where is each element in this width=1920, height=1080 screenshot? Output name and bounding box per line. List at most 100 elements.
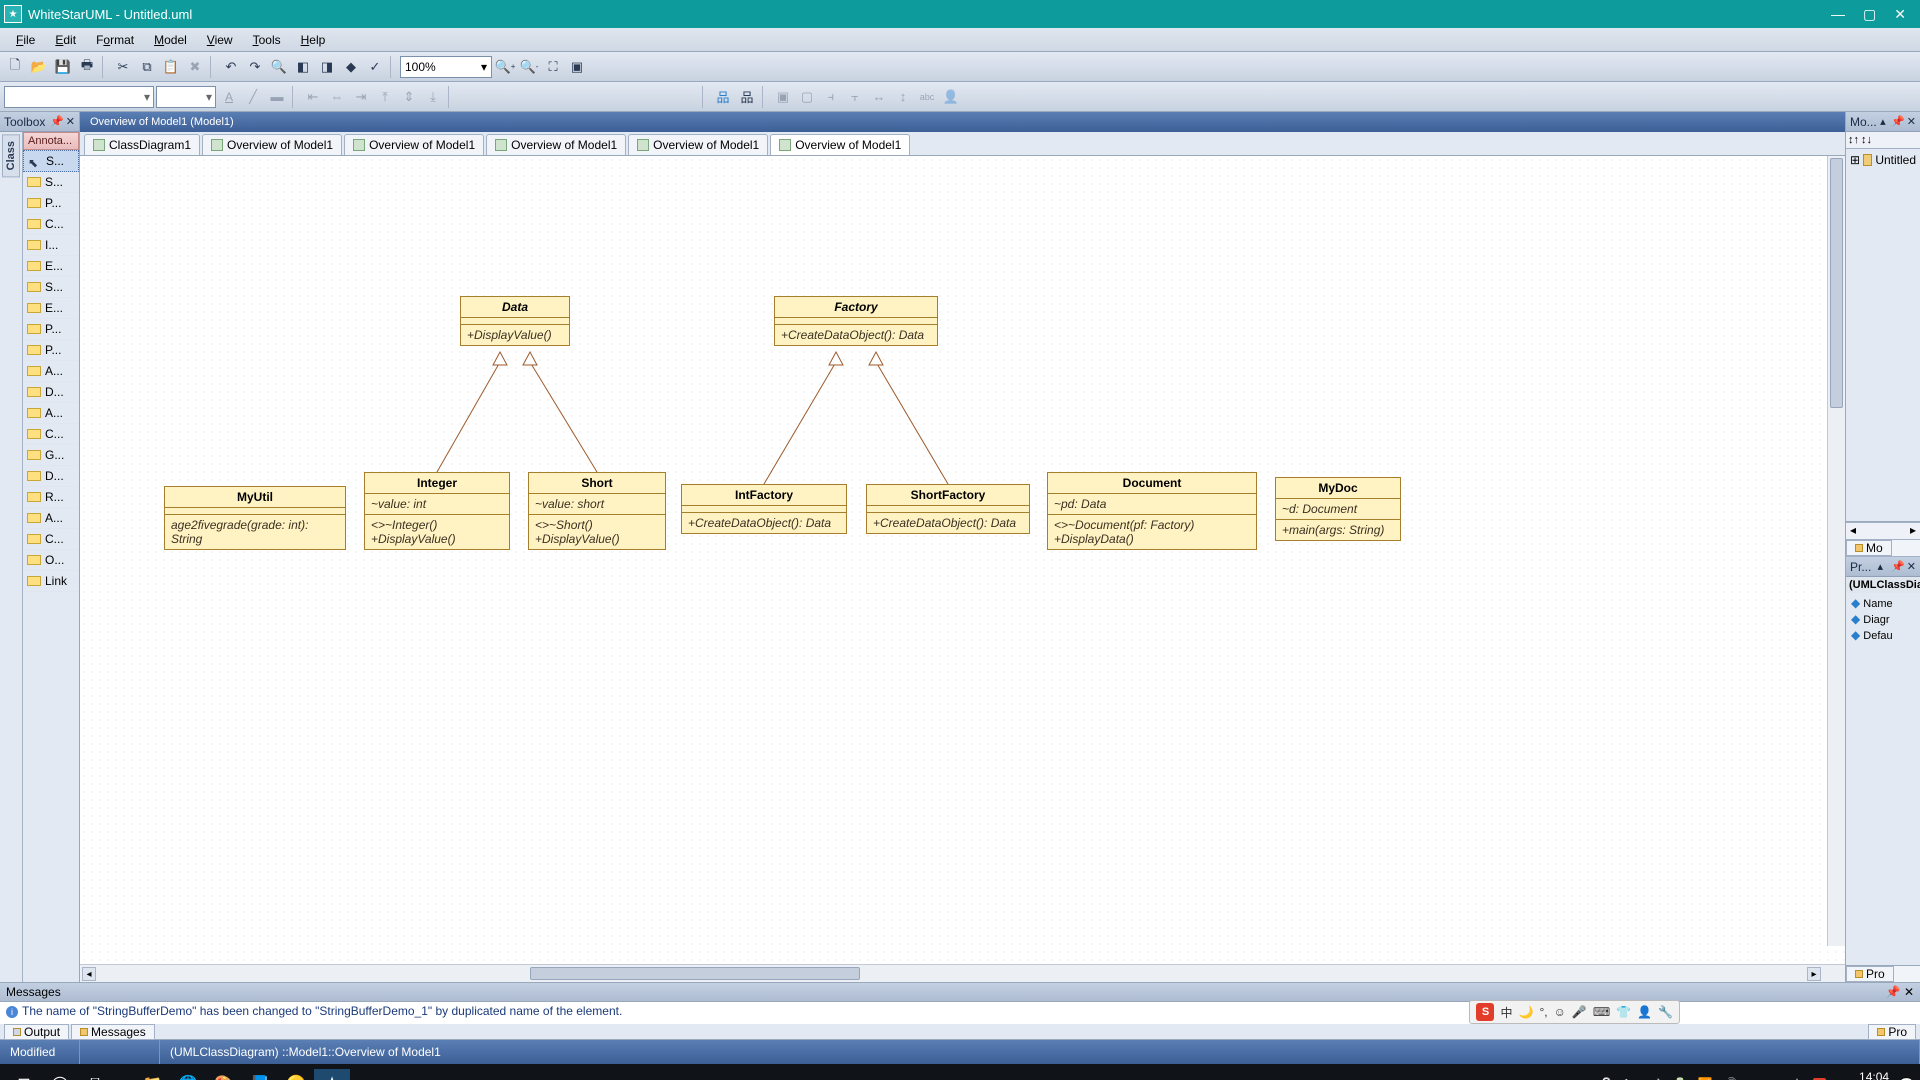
scroll-right-icon[interactable]: ▸: [1906, 523, 1920, 539]
ime-moon-icon[interactable]: 🌙: [1519, 1005, 1534, 1019]
active-document-tab[interactable]: Overview of Model1 (Model1): [80, 114, 244, 130]
toolbox-category[interactable]: Annota...: [23, 132, 79, 150]
align-center-icon[interactable]: ⇔: [326, 86, 348, 108]
toolbox-item[interactable]: A...: [23, 403, 79, 424]
ime-tray-icon[interactable]: 中: [1791, 1076, 1803, 1080]
align-right-icon[interactable]: ⇥: [350, 86, 372, 108]
ime-toolbar[interactable]: S 中 🌙 °, ☺ 🎤 ⌨ 👕 👤 🔧: [1469, 1000, 1680, 1024]
toolbox-item[interactable]: E...: [23, 256, 79, 277]
tab-output[interactable]: Output: [4, 1024, 69, 1040]
edge-icon[interactable]: 🌐: [170, 1069, 206, 1080]
document-tab[interactable]: ClassDiagram1: [84, 134, 200, 155]
scroll-thumb[interactable]: [530, 967, 860, 980]
actor-icon[interactable]: 👤: [940, 86, 962, 108]
uml-class-mydoc[interactable]: MyDoc~d: Document+main(args: String): [1275, 477, 1401, 541]
system-tray[interactable]: ❔ ˆ ● ᛒ 🔋 📶 🔊 ☁ ▭ 中 S 14:04 2018/4/16 💬: [1599, 1071, 1914, 1080]
pin-icon[interactable]: ▴: [1877, 560, 1883, 573]
sort-asc-icon[interactable]: ↕↑: [1848, 134, 1859, 146]
uml-class-shortfactory[interactable]: ShortFactory+CreateDataObject(): Data: [866, 484, 1030, 534]
eq-width-icon[interactable]: ↔: [868, 86, 890, 108]
minimize-button[interactable]: —: [1831, 6, 1845, 23]
sort-desc-icon[interactable]: ↕↓: [1861, 134, 1872, 146]
toolbox-item[interactable]: G...: [23, 445, 79, 466]
toolbox-item[interactable]: O...: [23, 550, 79, 571]
property-row[interactable]: ◆ Defau: [1848, 627, 1918, 643]
menu-model[interactable]: Model: [144, 31, 197, 49]
close-button[interactable]: ✕: [1894, 6, 1906, 23]
close-icon[interactable]: ✕: [66, 115, 75, 128]
scroll-left-icon[interactable]: ◂: [82, 967, 96, 981]
ime-emoji-icon[interactable]: ☺: [1554, 1005, 1566, 1019]
toolbox-item[interactable]: C...: [23, 424, 79, 445]
align-left-icon[interactable]: ⇤: [302, 86, 324, 108]
nav-icon[interactable]: ◧: [292, 56, 314, 78]
font-color-icon[interactable]: A: [218, 86, 240, 108]
uml-class-short[interactable]: Short~value: short<>~Short()+DisplayValu…: [528, 472, 666, 550]
pin2-icon[interactable]: 📌: [1891, 560, 1905, 573]
pin2-icon[interactable]: 📌: [1891, 115, 1905, 128]
align-bottom-icon[interactable]: ⤓: [422, 86, 444, 108]
size-combo[interactable]: ▾: [156, 86, 216, 108]
close-icon[interactable]: ✕: [1907, 560, 1916, 573]
maximize-button[interactable]: ▢: [1863, 6, 1876, 23]
model-tab[interactable]: Mo: [1846, 540, 1892, 556]
zoom-out-icon[interactable]: 🔍-: [518, 56, 540, 78]
properties-tab[interactable]: Pro: [1846, 966, 1894, 982]
menu-help[interactable]: Help: [291, 31, 336, 49]
save-icon[interactable]: 💾: [52, 56, 74, 78]
uml-class-document[interactable]: Document~pd: Data<>~Document(pf: Factory…: [1047, 472, 1257, 550]
align-middle-icon[interactable]: ⇕: [398, 86, 420, 108]
whitestar-icon[interactable]: ★: [314, 1069, 350, 1080]
paint-icon[interactable]: 🎨: [206, 1069, 242, 1080]
scroll-left-icon[interactable]: ◂: [1846, 523, 1860, 539]
line-color-icon[interactable]: ╱: [242, 86, 264, 108]
properties-grid[interactable]: ◆ Name◆ Diagr◆ Defau: [1846, 593, 1920, 966]
toolbox-item[interactable]: R...: [23, 487, 79, 508]
toolbox-item[interactable]: A...: [23, 361, 79, 382]
cortana-icon[interactable]: ◯: [42, 1069, 78, 1080]
layout-btn1[interactable]: 品: [712, 86, 734, 108]
toolbox-item[interactable]: S...: [23, 277, 79, 298]
document-tab[interactable]: Overview of Model1: [486, 134, 626, 155]
ime-skin-icon[interactable]: 👕: [1616, 1005, 1631, 1019]
fill-color-icon[interactable]: ▬: [266, 86, 288, 108]
zoom-fit-icon[interactable]: ⛶: [542, 56, 564, 78]
document-tab[interactable]: Overview of Model1: [628, 134, 768, 155]
clock[interactable]: 14:04 2018/4/16: [1836, 1071, 1889, 1080]
toolbox-item[interactable]: I...: [23, 235, 79, 256]
toolbox-item[interactable]: C...: [23, 214, 79, 235]
toolbox-item[interactable]: P...: [23, 340, 79, 361]
document-tab[interactable]: Overview of Model1: [344, 134, 484, 155]
ime-user-icon[interactable]: 👤: [1637, 1005, 1652, 1019]
toolbox-item[interactable]: P...: [23, 319, 79, 340]
menu-format[interactable]: Format: [86, 31, 144, 49]
uml-class-factory[interactable]: Factory+CreateDataObject(): Data: [774, 296, 938, 346]
ime-mic-icon[interactable]: 🎤: [1572, 1005, 1587, 1019]
pin-icon[interactable]: 📌: [50, 115, 64, 128]
toolbox-vtab-class[interactable]: Class: [2, 134, 20, 177]
property-row[interactable]: ◆ Name: [1848, 595, 1918, 611]
menu-file[interactable]: File: [6, 31, 45, 49]
send-back-icon[interactable]: ▢: [796, 86, 818, 108]
bring-front-icon[interactable]: ▣: [772, 86, 794, 108]
font-combo[interactable]: ▾: [4, 86, 154, 108]
toolbox-item[interactable]: A...: [23, 508, 79, 529]
toolbox-item[interactable]: D...: [23, 466, 79, 487]
pin-icon[interactable]: 📌: [1886, 985, 1901, 999]
toolbox-item[interactable]: D...: [23, 382, 79, 403]
zoom-combo[interactable]: 100%▾: [400, 56, 492, 78]
dist-v-icon[interactable]: ⫟: [844, 86, 866, 108]
zoom-region-icon[interactable]: ▣: [566, 56, 588, 78]
zoom-in-icon[interactable]: 🔍+: [494, 56, 516, 78]
close-icon[interactable]: ✕: [1904, 985, 1914, 999]
ime-lang-icon[interactable]: 中: [1500, 1004, 1512, 1021]
tab-messages[interactable]: Messages: [71, 1024, 155, 1040]
layout-btn2[interactable]: 品: [736, 86, 758, 108]
menu-view[interactable]: View: [197, 31, 243, 49]
tab-profiles[interactable]: Pro: [1868, 1024, 1916, 1040]
paste-icon[interactable]: 📋: [160, 56, 182, 78]
ime-settings-icon[interactable]: 🔧: [1658, 1005, 1673, 1019]
toolbox-item[interactable]: C...: [23, 529, 79, 550]
scroll-right-icon[interactable]: ▸: [1807, 967, 1821, 981]
diagram-canvas[interactable]: Data+DisplayValue()Factory+CreateDataObj…: [80, 156, 1845, 964]
